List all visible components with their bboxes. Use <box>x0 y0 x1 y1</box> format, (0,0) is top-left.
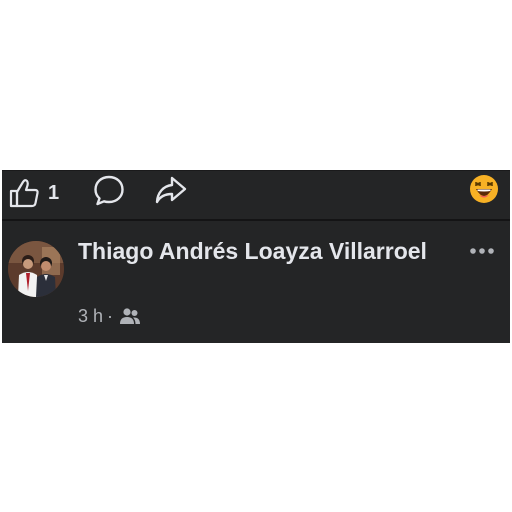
meta-separator: · <box>107 305 114 326</box>
more-dots-icon <box>470 248 494 254</box>
more-options-button[interactable] <box>468 241 496 261</box>
timestamp[interactable]: 3 h <box>78 306 103 327</box>
action-bar: 1 <box>2 171 510 219</box>
thumbs-up-icon <box>9 179 39 208</box>
friends-icon[interactable] <box>119 307 141 325</box>
comment-meta: 3 h · <box>78 305 141 327</box>
like-count: 1 <box>48 182 60 204</box>
avatar[interactable] <box>8 241 64 297</box>
laughing-face-icon <box>470 175 498 203</box>
share-button[interactable] <box>154 173 188 207</box>
comment-item: Thiago Andrés Loayza Villarroel 3 h · <box>2 221 510 343</box>
avatar-photo <box>8 241 64 297</box>
like-button[interactable]: 1 <box>8 175 64 211</box>
reaction-button[interactable] <box>468 173 500 205</box>
post-footer-panel: 1 Thiago Andrés Loayza Villarroel 3 h · <box>2 170 510 343</box>
share-arrow-icon <box>155 176 187 204</box>
comment-bubble-icon <box>94 175 124 206</box>
comment-author-name[interactable]: Thiago Andrés Loayza Villarroel <box>78 235 438 267</box>
comment-button[interactable] <box>92 173 126 207</box>
